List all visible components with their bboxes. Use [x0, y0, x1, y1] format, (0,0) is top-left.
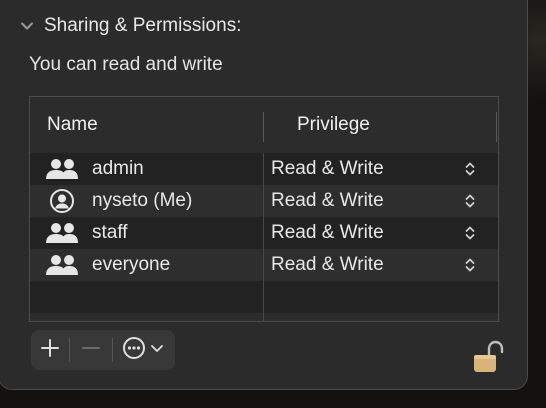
ellipsis-circle-icon [122, 336, 146, 365]
column-header-name[interactable]: Name [47, 97, 98, 153]
permissions-toolbar [31, 330, 175, 370]
privilege-value: Read & Write [271, 190, 384, 211]
name-cell: staff [44, 217, 128, 249]
group-icon [44, 249, 80, 281]
privilege-popup[interactable]: Read & Write [271, 217, 478, 249]
name-cell: nyseto (Me) [44, 185, 192, 217]
table-row[interactable]: staff Read & Write [30, 217, 498, 249]
privilege-value: Read & Write [271, 158, 384, 179]
name-cell: everyone [44, 249, 170, 281]
chevron-updown-icon[interactable] [464, 225, 476, 241]
column-separator [263, 153, 264, 321]
privilege-popup[interactable]: Read & Write [271, 185, 478, 217]
chevron-down-icon [150, 341, 164, 360]
permissions-table: Name Privilege admin Read & Write nyseto… [29, 96, 499, 322]
user-icon [44, 185, 80, 217]
table-row[interactable]: admin Read & Write [30, 153, 498, 185]
privilege-popup[interactable]: Read & Write [271, 249, 478, 281]
more-actions-button[interactable] [113, 330, 173, 370]
unlocked-padlock-icon[interactable] [472, 340, 504, 374]
user-name: staff [92, 222, 128, 243]
column-divider[interactable] [496, 112, 497, 142]
add-button[interactable] [31, 330, 69, 370]
remove-button[interactable] [70, 330, 112, 370]
table-row[interactable]: nyseto (Me) Read & Write [30, 185, 498, 217]
plus-icon [40, 338, 60, 363]
name-cell: admin [44, 153, 144, 185]
table-row[interactable]: everyone Read & Write [30, 249, 498, 281]
privilege-value: Read & Write [271, 254, 384, 275]
column-divider[interactable] [263, 112, 264, 142]
sharing-permissions-header[interactable]: Sharing & Permissions: [18, 12, 241, 40]
chevron-down-icon[interactable] [18, 17, 36, 35]
empty-row [30, 281, 498, 313]
user-name: nyseto (Me) [92, 190, 193, 211]
section-title: Sharing & Permissions: [44, 15, 242, 36]
user-name: admin [92, 158, 144, 179]
empty-row [30, 313, 498, 321]
user-name: everyone [92, 254, 171, 275]
chevron-updown-icon[interactable] [464, 193, 476, 209]
privilege-value: Read & Write [271, 222, 384, 243]
group-icon [44, 153, 80, 185]
minus-icon [81, 338, 101, 363]
access-status-text: You can read and write [29, 54, 223, 75]
group-icon [44, 217, 80, 249]
privilege-popup[interactable]: Read & Write [271, 153, 478, 185]
chevron-updown-icon[interactable] [464, 257, 476, 273]
chevron-updown-icon[interactable] [464, 161, 476, 177]
table-header: Name Privilege [30, 97, 498, 154]
column-header-privilege[interactable]: Privilege [297, 97, 370, 153]
